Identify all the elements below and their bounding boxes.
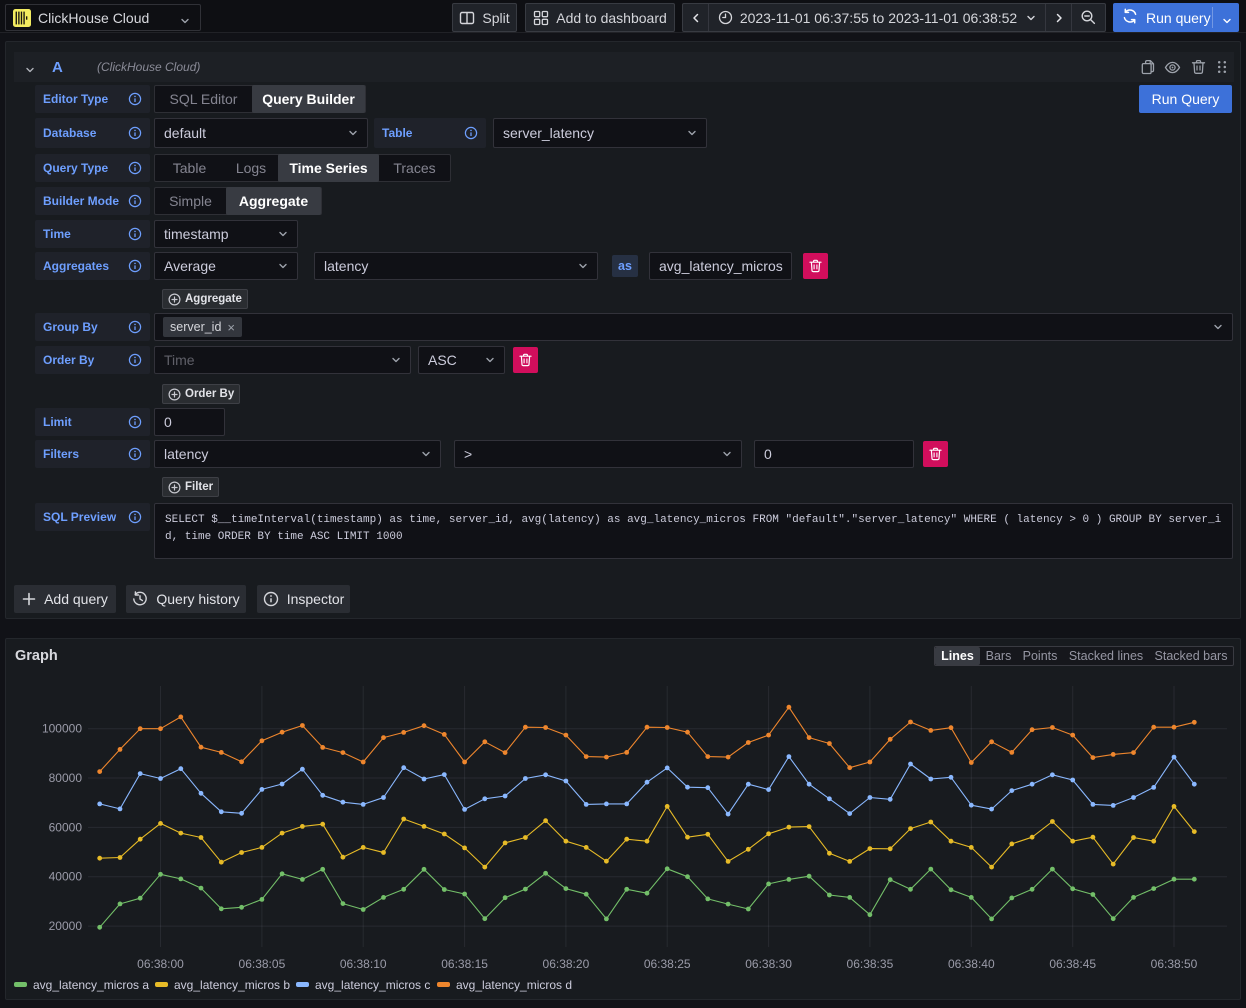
- svg-text:80000: 80000: [49, 771, 83, 785]
- svg-text:06:38:40: 06:38:40: [948, 957, 995, 971]
- svg-text:06:38:35: 06:38:35: [847, 957, 894, 971]
- svg-text:06:38:20: 06:38:20: [543, 957, 590, 971]
- svg-text:40000: 40000: [49, 870, 83, 884]
- svg-text:06:38:50: 06:38:50: [1151, 957, 1198, 971]
- svg-text:06:38:00: 06:38:00: [137, 957, 184, 971]
- svg-text:06:38:25: 06:38:25: [644, 957, 691, 971]
- svg-text:100000: 100000: [42, 722, 82, 736]
- svg-text:20000: 20000: [49, 919, 83, 933]
- svg-text:06:38:45: 06:38:45: [1049, 957, 1096, 971]
- svg-text:06:38:05: 06:38:05: [239, 957, 286, 971]
- svg-text:60000: 60000: [49, 820, 83, 834]
- svg-text:06:38:30: 06:38:30: [745, 957, 792, 971]
- svg-text:06:38:15: 06:38:15: [441, 957, 488, 971]
- svg-text:06:38:10: 06:38:10: [340, 957, 387, 971]
